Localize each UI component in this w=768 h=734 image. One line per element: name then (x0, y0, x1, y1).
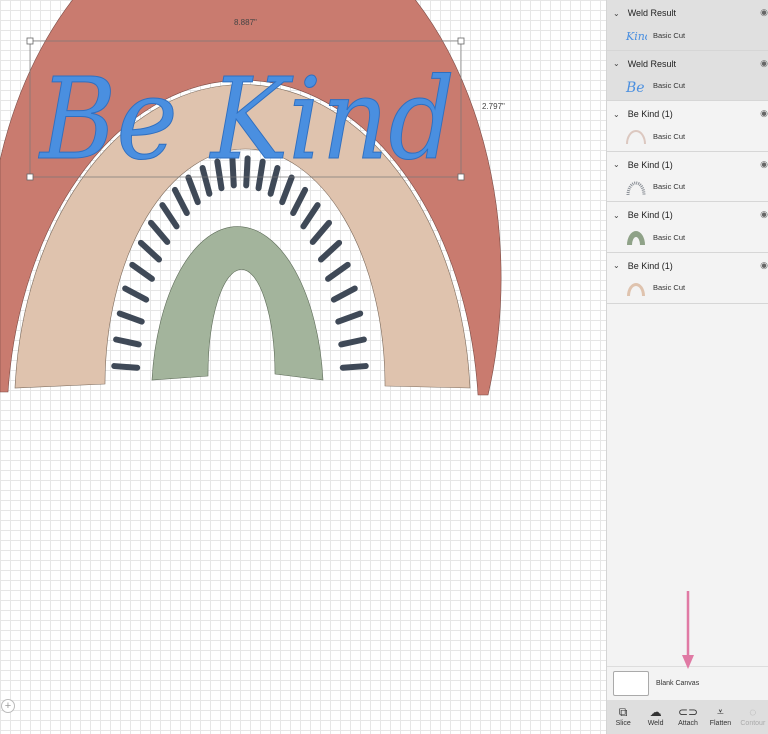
layer-title: Be Kind (1) (627, 159, 673, 170)
ray-stripe (171, 186, 190, 217)
visibility-eye-icon[interactable]: ◉ (760, 260, 768, 271)
ray-stripe (159, 202, 180, 230)
bottom-toolbar: ⧉ Slice ☁ Weld ⊂⊃ Attach ⩡ Flatten ◌ Contour (607, 700, 768, 734)
slice-icon: ⧉ (618, 705, 628, 719)
flatten-button[interactable]: ⩡ Flatten (704, 700, 736, 734)
design-canvas[interactable]: Be Kind 8.887" 2.797" + (0, 0, 606, 734)
visibility-eye-icon[interactable]: ◉ (760, 108, 768, 119)
width-dimension: 8.887" (234, 18, 257, 27)
layer-group[interactable]: ⌄ Be Kind (1) ◉ Basic Cut (607, 202, 768, 253)
visibility-eye-icon[interactable]: ◉ (760, 159, 768, 170)
ray-stripe (317, 239, 343, 263)
layer-operation: Basic Cut (653, 283, 686, 293)
layer-title: Weld Result (627, 58, 677, 69)
zoom-in-button[interactable]: + (1, 699, 15, 713)
attach-button[interactable]: ⊂⊃ Attach (672, 700, 704, 734)
layer-operation: Basic Cut (653, 30, 686, 40)
layer-item[interactable]: Basic Cut (625, 280, 685, 296)
resize-handle[interactable] (26, 37, 34, 45)
attach-icon: ⊂⊃ (677, 705, 699, 719)
canvas-color-swatch[interactable] (613, 671, 649, 696)
slice-button[interactable]: ⧉ Slice (607, 700, 639, 734)
green-arc[interactable] (151, 226, 324, 381)
tool-label: Weld (647, 720, 664, 727)
tan-arc-thumbnail-icon (627, 282, 645, 296)
ray-stripe (137, 239, 163, 263)
chevron-down-icon[interactable]: ⌄ (613, 59, 620, 68)
layer-item[interactable]: Basic Cut (625, 128, 686, 145)
be-thumbnail-icon: Be (625, 80, 645, 94)
chevron-down-icon[interactable]: ⌄ (613, 110, 620, 119)
layer-title: Weld Result (627, 8, 677, 18)
weld-icon: ☁ (649, 705, 662, 719)
layer-title: Be Kind (1) (627, 210, 673, 221)
layer-item[interactable]: Be Basic Cut (625, 78, 685, 94)
tool-label: Contour (740, 720, 766, 727)
layer-title: Be Kind (1) (627, 109, 673, 120)
layer-item[interactable]: Basic Cut (625, 229, 686, 246)
blank-canvas-row[interactable]: Blank Canvas (607, 666, 768, 700)
layer-item[interactable]: Basic Cut (625, 179, 685, 195)
ray-stripe (116, 310, 145, 325)
ray-stripe (113, 336, 142, 348)
ray-stripe (335, 310, 364, 325)
tool-label: Attach (678, 720, 698, 727)
chevron-down-icon[interactable]: ⌄ (613, 160, 620, 169)
chevron-down-icon[interactable]: ⌄ (613, 9, 620, 18)
chevron-down-icon[interactable]: ⌄ (613, 261, 620, 270)
resize-handle[interactable] (457, 173, 465, 181)
tool-label: Slice (615, 720, 631, 727)
pink-arrow-annotation (682, 591, 694, 669)
layer-operation: Basic Cut (653, 232, 686, 242)
resize-handle[interactable] (457, 37, 465, 45)
ray-stripe (325, 261, 351, 282)
svg-text:Be: Be (625, 80, 645, 94)
tool-label: Flatten (709, 720, 732, 727)
ray-stripe (111, 363, 141, 371)
weld-button[interactable]: ☁ Weld (639, 700, 671, 734)
layer-group[interactable]: ⌄ Weld Result ◉ Be Basic Cut (607, 50, 768, 102)
ray-stripe (148, 219, 171, 245)
blank-canvas-label: Blank Canvas (656, 680, 700, 687)
chevron-down-icon[interactable]: ⌄ (613, 211, 620, 220)
visibility-eye-icon[interactable]: ◉ (760, 209, 768, 220)
ray-stripe (129, 261, 155, 282)
ray-stripe (122, 285, 150, 303)
kind-thumbnail-icon: Kind (625, 30, 647, 43)
ray-stripe (338, 336, 367, 348)
ray-stripe (290, 186, 309, 217)
be-kind-text[interactable]: Be Kind (38, 55, 456, 186)
svg-text:Kind: Kind (625, 30, 647, 43)
ray-stripe (339, 363, 369, 371)
layer-group[interactable]: ⌄ Be Kind (1) ◉ Basic Cut (607, 101, 768, 152)
layer-group[interactable]: ⌄ Be Kind (1) ◉ Basic Cut (607, 152, 768, 203)
visibility-eye-icon[interactable]: ◉ (760, 7, 768, 18)
visibility-eye-icon[interactable]: ◉ (760, 58, 768, 69)
height-dimension: 2.797" (482, 102, 505, 111)
outer-arc-thumbnail-icon (626, 130, 646, 145)
contour-button[interactable]: ◌ Contour (737, 700, 768, 734)
ray-stripe (300, 202, 321, 230)
ray-stripe (309, 219, 332, 245)
layer-operation: Basic Cut (653, 182, 686, 192)
layer-operation: Basic Cut (653, 81, 686, 91)
layer-title: Be Kind (1) (627, 260, 673, 271)
rays-thumbnail-icon (626, 181, 646, 195)
green-arc-thumbnail-icon (627, 231, 645, 246)
ray-stripe (330, 285, 358, 303)
flatten-icon: ⩡ (717, 705, 724, 719)
layer-item[interactable]: Kind Basic Cut (625, 27, 685, 43)
contour-icon: ◌ (749, 705, 757, 719)
layer-group[interactable]: ⌄ Weld Result ◉ Kind Basic Cut (607, 0, 768, 51)
resize-handle[interactable] (26, 173, 34, 181)
layer-group[interactable]: ⌄ Be Kind (1) ◉ Basic Cut (607, 253, 768, 304)
rainbow-artwork[interactable]: Be Kind (0, 0, 606, 734)
layer-operation: Basic Cut (653, 131, 686, 141)
